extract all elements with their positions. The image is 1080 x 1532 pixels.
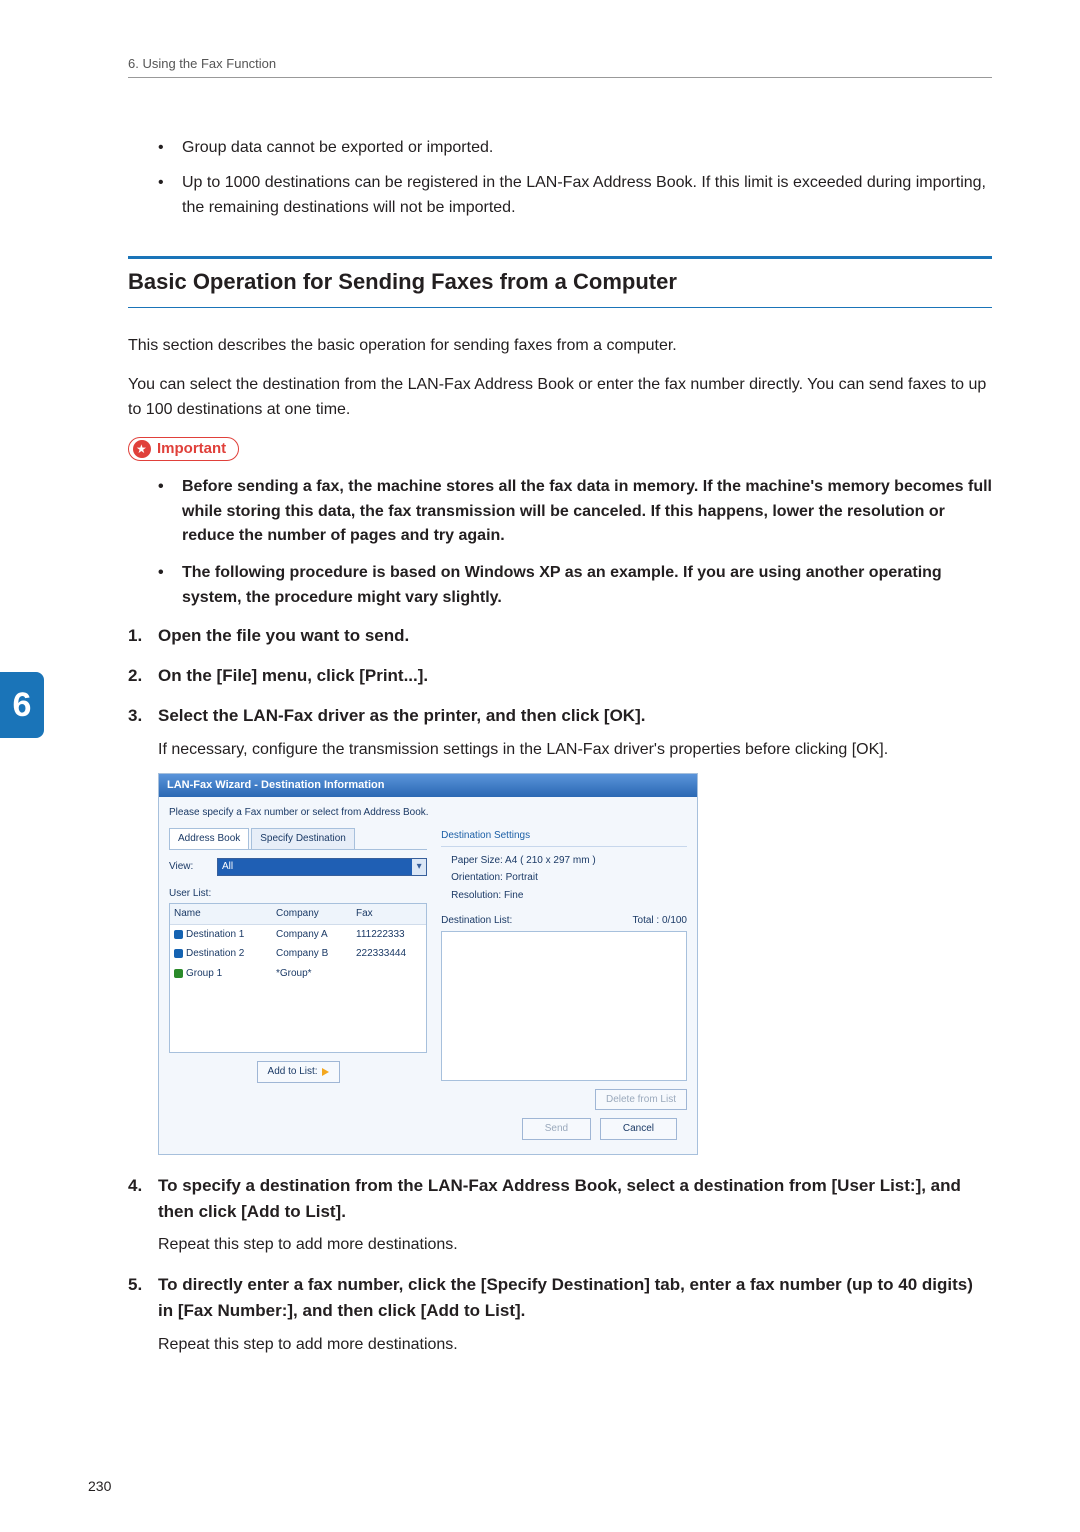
- steps-list: Open the file you want to send. On the […: [128, 623, 992, 1358]
- col-fax-header: Fax: [352, 904, 426, 924]
- view-label: View:: [169, 859, 217, 875]
- row-company: Company B: [272, 944, 352, 964]
- add-to-list-label: Add to List:: [268, 1064, 318, 1080]
- step-1: Open the file you want to send.: [128, 623, 992, 649]
- add-to-list-button[interactable]: Add to List:: [257, 1061, 340, 1083]
- cancel-button[interactable]: Cancel: [600, 1118, 677, 1140]
- step-2: On the [File] menu, click [Print...].: [128, 663, 992, 689]
- tab-address-book[interactable]: Address Book: [169, 828, 249, 849]
- step-body: Repeat this step to add more destination…: [158, 1233, 992, 1258]
- intro-bullet: Up to 1000 destinations can be registere…: [158, 171, 992, 221]
- person-icon: [174, 949, 183, 958]
- row-company: Company A: [272, 925, 352, 945]
- send-button[interactable]: Send: [522, 1118, 591, 1140]
- dialog-tabs: Address Book Specify Destination: [169, 828, 427, 850]
- page-number: 230: [88, 1478, 111, 1494]
- row-company: *Group*: [272, 964, 352, 984]
- user-list-row[interactable]: Destination 2 Company B 222333444: [170, 944, 426, 964]
- dialog-title-bar: LAN-Fax Wizard - Destination Information: [159, 774, 697, 797]
- important-label: Important: [157, 440, 226, 457]
- star-icon: [133, 440, 151, 458]
- intro-bullet-list: Group data cannot be exported or importe…: [158, 136, 992, 220]
- step-head: Select the LAN-Fax driver as the printer…: [158, 703, 992, 729]
- destination-total: Total : 0/100: [633, 913, 687, 929]
- col-name-header: Name: [170, 904, 272, 924]
- user-list-label: User List:: [169, 886, 427, 902]
- step-4: To specify a destination from the LAN-Fa…: [128, 1173, 992, 1258]
- row-name: Destination 1: [186, 929, 244, 940]
- row-name: Group 1: [186, 968, 222, 979]
- user-list-row[interactable]: Destination 1 Company A 111222333: [170, 925, 426, 945]
- user-list[interactable]: Name Company Fax Destination 1 Company A…: [169, 903, 427, 1053]
- col-company-header: Company: [272, 904, 352, 924]
- important-bullet: The following procedure is based on Wind…: [158, 561, 992, 611]
- step-head: To directly enter a fax number, click th…: [158, 1272, 992, 1325]
- step-head: To specify a destination from the LAN-Fa…: [158, 1173, 992, 1226]
- view-select[interactable]: All ▾: [217, 858, 427, 876]
- resolution: Resolution: Fine: [451, 888, 687, 904]
- step-5: To directly enter a fax number, click th…: [128, 1272, 992, 1357]
- destination-list[interactable]: [441, 931, 687, 1081]
- chapter-tab: 6: [0, 672, 44, 738]
- row-fax: 222333444: [352, 944, 426, 964]
- section-heading: Basic Operation for Sending Faxes from a…: [128, 256, 992, 308]
- important-bullet: Before sending a fax, the machine stores…: [158, 475, 992, 549]
- paper-size: Paper Size: A4 ( 210 x 297 mm ): [451, 853, 687, 869]
- step-body: Repeat this step to add more destination…: [158, 1333, 992, 1358]
- row-fax: [352, 964, 426, 984]
- running-head: 6. Using the Fax Function: [128, 56, 992, 78]
- group-icon: [174, 969, 183, 978]
- step-3: Select the LAN-Fax driver as the printer…: [128, 703, 992, 1154]
- dialog-subtitle: Please specify a Fax number or select fr…: [169, 805, 687, 821]
- destination-list-label: Destination List:: [441, 913, 512, 929]
- body-paragraph: You can select the destination from the …: [128, 373, 992, 423]
- tab-specify-destination[interactable]: Specify Destination: [251, 828, 355, 849]
- destination-settings-box: Paper Size: A4 ( 210 x 297 mm ) Orientat…: [441, 853, 687, 904]
- step-body: If necessary, configure the transmission…: [158, 738, 992, 763]
- delete-from-list-button[interactable]: Delete from List: [595, 1089, 687, 1111]
- intro-bullet: Group data cannot be exported or importe…: [158, 136, 992, 161]
- step-head: On the [File] menu, click [Print...].: [158, 663, 992, 689]
- body-paragraph: This section describes the basic operati…: [128, 334, 992, 359]
- user-list-row[interactable]: Group 1 *Group*: [170, 964, 426, 984]
- destination-settings-heading: Destination Settings: [441, 828, 687, 847]
- person-icon: [174, 930, 183, 939]
- step-head: Open the file you want to send.: [158, 623, 992, 649]
- chevron-down-icon: ▾: [412, 859, 426, 875]
- row-name: Destination 2: [186, 948, 244, 959]
- lan-fax-wizard-dialog: LAN-Fax Wizard - Destination Information…: [158, 773, 698, 1155]
- view-value: All: [222, 859, 233, 875]
- important-badge: Important: [128, 437, 239, 461]
- important-bullet-list: Before sending a fax, the machine stores…: [158, 475, 992, 611]
- arrow-right-icon: [322, 1068, 329, 1076]
- orientation: Orientation: Portrait: [451, 870, 687, 886]
- row-fax: 111222333: [352, 925, 426, 945]
